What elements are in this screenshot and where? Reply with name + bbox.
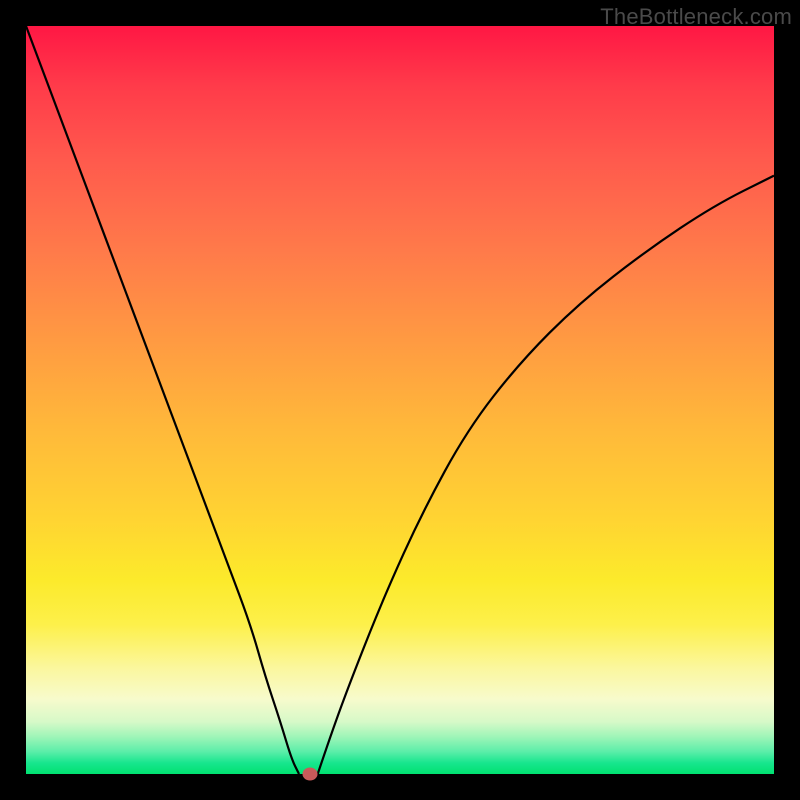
- chart-plot-area: [26, 26, 774, 774]
- curve-left: [26, 26, 299, 774]
- curve-right: [318, 176, 774, 774]
- watermark-text: TheBottleneck.com: [600, 4, 792, 30]
- optimum-marker: [303, 768, 318, 781]
- curve-layer: [26, 26, 774, 774]
